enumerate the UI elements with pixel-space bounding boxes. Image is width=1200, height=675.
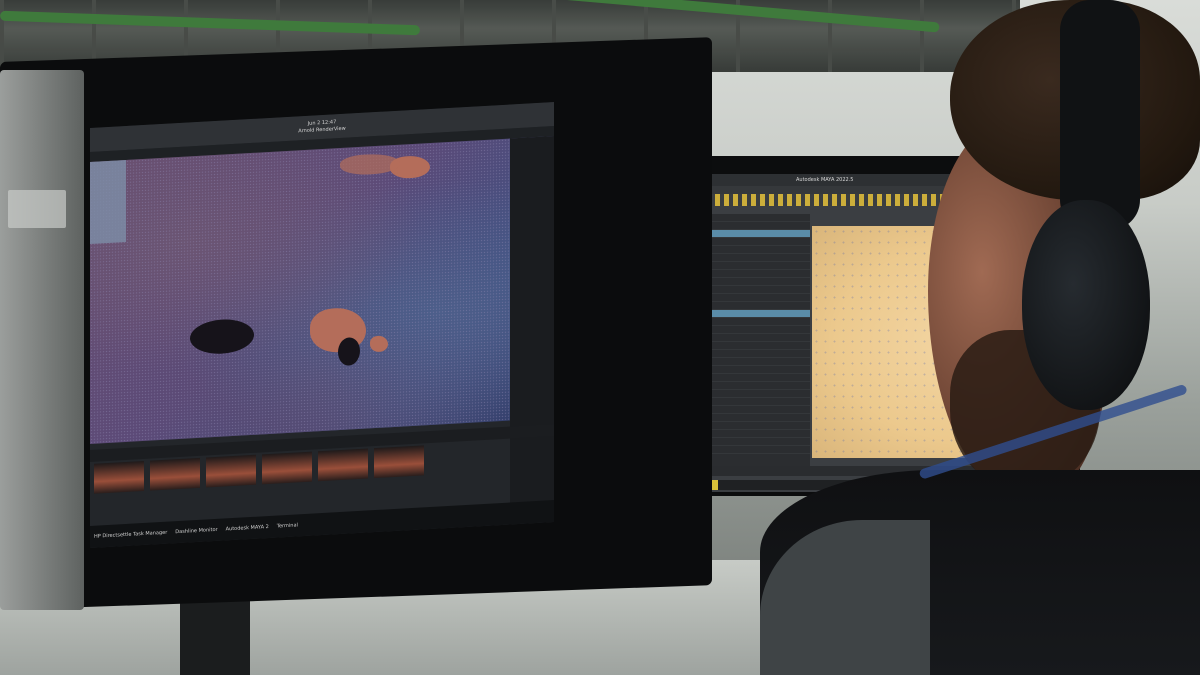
taskbar-item: Autodesk MAYA 2 bbox=[225, 524, 269, 533]
snapshot-thumbnail bbox=[374, 445, 424, 479]
headphone-band bbox=[1060, 0, 1140, 230]
snapshot-thumbnail bbox=[150, 457, 200, 491]
snapshot-thumbnail bbox=[318, 448, 368, 482]
person-with-headphones bbox=[760, 0, 1200, 675]
taskbar-item: Dashline Monitor bbox=[175, 526, 218, 536]
snapshot-thumbnail bbox=[94, 460, 144, 494]
snapshot-thumbnail bbox=[262, 451, 312, 485]
taskbar-item: HP Directsettle Task Manager bbox=[94, 529, 168, 540]
left-monitor-screen: Jun 2 12:47 Arnold RenderView HP Directs… bbox=[90, 102, 554, 548]
headphone-earcup bbox=[1022, 200, 1150, 410]
render-image bbox=[90, 136, 554, 444]
reference-inset bbox=[90, 159, 126, 244]
hood-logo bbox=[8, 190, 66, 228]
photo-scene: Autodesk MAYA 2022.5 Jun 2 12:47 Arnold … bbox=[0, 0, 1200, 675]
snapshot-thumbnail bbox=[206, 454, 256, 488]
monitor-hood bbox=[0, 70, 84, 610]
window-title: Arnold RenderView bbox=[298, 125, 346, 135]
taskbar-item: Terminal bbox=[276, 522, 298, 530]
